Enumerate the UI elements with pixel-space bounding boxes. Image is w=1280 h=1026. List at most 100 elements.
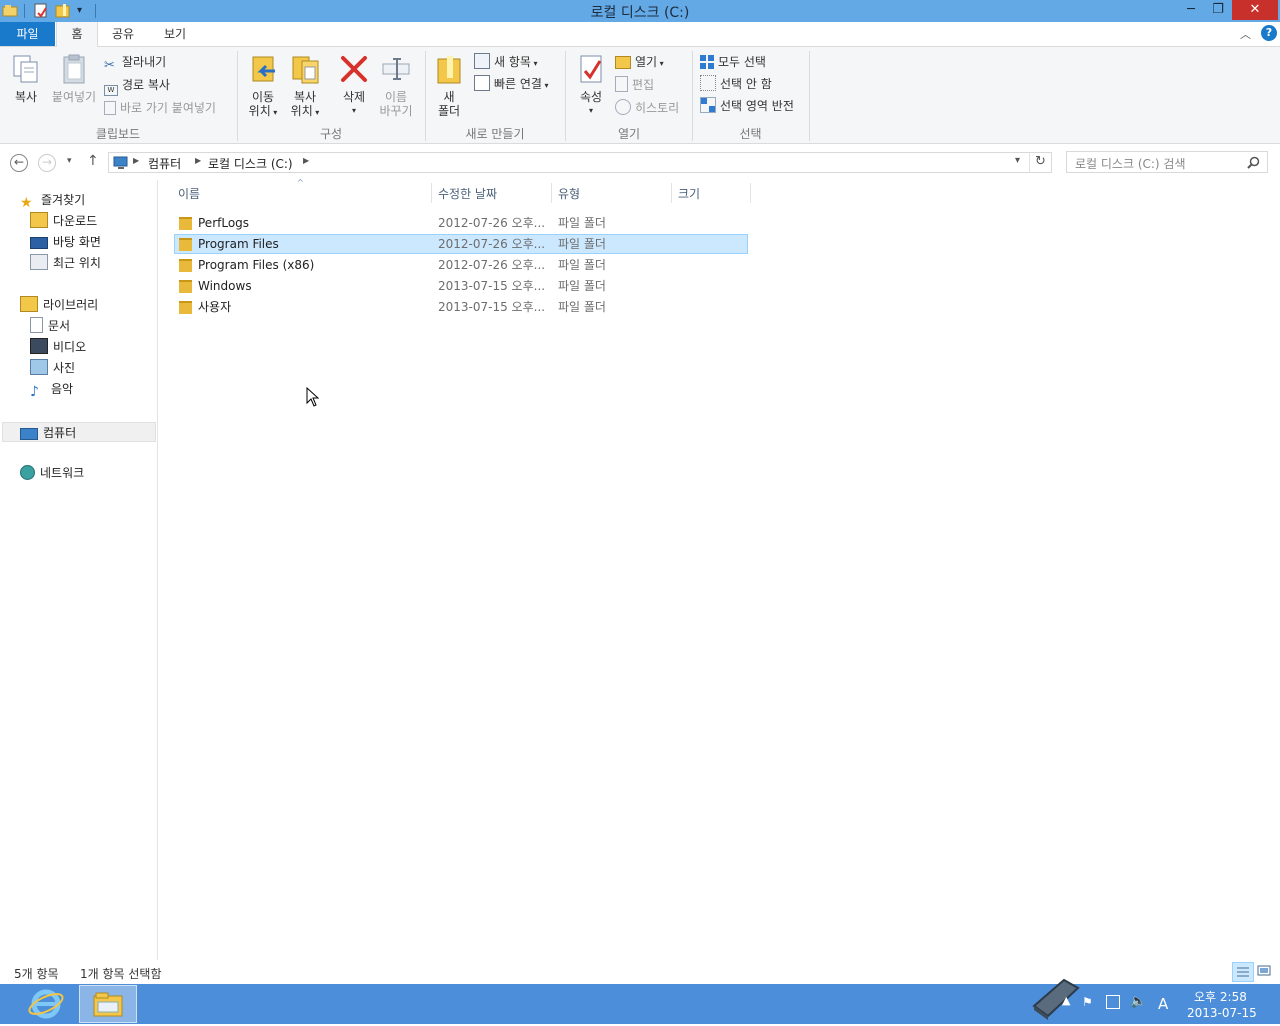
tab-view[interactable]: 보기	[158, 22, 192, 46]
cut-button[interactable]: ✂ 잘라내기	[104, 52, 167, 73]
minimize-ribbon-chevron-icon[interactable]: ︿	[1240, 26, 1251, 42]
nav-item-libraries[interactable]: 라이브러리	[20, 295, 98, 315]
open-button[interactable]: 열기 ▾	[615, 52, 664, 72]
edit-button[interactable]: 편집	[615, 75, 654, 95]
dropdown-arrow-icon: ▾	[541, 81, 549, 90]
file-row[interactable]: Windows 2013-07-15 오후... 파일 폴더	[174, 276, 748, 296]
column-separator[interactable]	[671, 183, 672, 203]
group-label-open: 열기	[617, 127, 641, 141]
network-status-icon[interactable]	[1106, 995, 1120, 1009]
file-row[interactable]: PerfLogs 2012-07-26 오후... 파일 폴더	[174, 213, 748, 233]
copy-button[interactable]: 복사	[8, 53, 44, 104]
file-row-selected[interactable]: Program Files 2012-07-26 오후... 파일 폴더	[174, 234, 748, 254]
volume-speaker-icon[interactable]: 🔈	[1130, 994, 1146, 1009]
delete-label: 삭제	[342, 90, 366, 104]
watermark-book-icon	[1032, 978, 1080, 1020]
copy-path-button[interactable]: W 경로 복사	[104, 75, 170, 96]
nav-item-music[interactable]: ♪ 음악	[30, 379, 73, 400]
computer-icon	[20, 428, 38, 440]
delete-button[interactable]: 삭제 ▾	[336, 53, 372, 118]
move-to-button[interactable]: 이동 위치 ▾	[244, 53, 282, 120]
nav-label: 비디오	[53, 340, 87, 354]
search-box[interactable]: 로컬 디스크 (C:) 검색	[1066, 151, 1268, 173]
breadcrumb-separator-icon[interactable]: ▶	[303, 156, 309, 165]
copy-to-button[interactable]: 복사 위치 ▾	[286, 53, 324, 120]
file-row[interactable]: 사용자 2013-07-15 오후... 파일 폴더	[174, 297, 748, 317]
address-history-chevron-icon[interactable]: ▾	[1015, 155, 1020, 166]
column-separator[interactable]	[431, 183, 432, 203]
select-none-button[interactable]: 선택 안 함	[700, 74, 772, 94]
search-icon[interactable]	[1247, 156, 1260, 169]
minimize-button[interactable]: ─	[1178, 0, 1204, 20]
easy-access-button[interactable]: 빠른 연결 ▾	[474, 74, 549, 94]
nav-item-documents[interactable]: 문서	[30, 316, 70, 336]
paste-button[interactable]: 붙여넣기	[48, 53, 100, 104]
select-all-label: 모두 선택	[718, 55, 766, 69]
column-header-type[interactable]: 유형	[558, 185, 580, 203]
details-view-button[interactable]	[1232, 962, 1254, 982]
column-header-date[interactable]: 수정한 날짜	[438, 185, 497, 203]
title-bar[interactable]: ▾ 로컬 디스크 (C:) ─ ❐ ✕	[0, 0, 1280, 22]
nav-item-network[interactable]: 네트워크	[20, 463, 84, 483]
easy-access-icon	[474, 75, 490, 91]
tray-date[interactable]: 2013-07-15	[1187, 1006, 1257, 1020]
pictures-icon	[30, 359, 48, 375]
nav-item-favorites[interactable]: ★ 즐겨찾기	[20, 190, 86, 211]
paste-shortcut-button[interactable]: 바로 가기 붙여넣기	[104, 98, 216, 118]
new-folder-button[interactable]: 새 폴더	[432, 53, 466, 118]
column-separator[interactable]	[750, 183, 751, 203]
select-all-button[interactable]: 모두 선택	[700, 52, 766, 72]
tab-file[interactable]: 파일	[0, 22, 55, 46]
nav-label: 즐겨찾기	[41, 193, 86, 207]
documents-icon	[30, 317, 43, 333]
forward-arrow-icon[interactable]: →	[38, 154, 56, 172]
details-view-icon	[1237, 967, 1249, 977]
nav-item-computer[interactable]: 컴퓨터	[2, 422, 156, 442]
input-method-indicator[interactable]: A	[1158, 995, 1168, 1013]
breadcrumb-computer[interactable]: 컴퓨터	[148, 155, 181, 172]
address-bar[interactable]: ▶ 컴퓨터 ▶ 로컬 디스크 (C:) ▶ ▾ ↻	[108, 152, 1052, 173]
new-item-button[interactable]: 새 항목 ▾	[474, 52, 538, 72]
breadcrumb-local-disk[interactable]: 로컬 디스크 (C:)	[208, 155, 293, 172]
history-button[interactable]: 히스토리	[615, 98, 679, 118]
tab-home[interactable]: 홈	[56, 22, 98, 47]
close-button[interactable]: ✕	[1232, 0, 1278, 20]
taskbar-internet-explorer[interactable]	[24, 985, 68, 1023]
nav-item-recent[interactable]: 최근 위치	[30, 253, 101, 273]
breadcrumb-separator-icon[interactable]: ▶	[195, 156, 201, 165]
recent-locations-chevron-icon[interactable]: ▾	[67, 156, 72, 166]
restore-button[interactable]: ❐	[1205, 0, 1231, 20]
column-separator[interactable]	[551, 183, 552, 203]
rename-button[interactable]: 이름 바꾸기	[374, 53, 418, 118]
rename-label-1: 이름	[384, 90, 408, 104]
column-header-name[interactable]: 이름	[178, 185, 200, 203]
nav-item-videos[interactable]: 비디오	[30, 337, 86, 357]
tray-time[interactable]: 오후 2:58	[1194, 988, 1247, 1005]
nav-item-downloads[interactable]: 다운로드	[30, 211, 97, 231]
large-icons-view-button[interactable]	[1256, 964, 1274, 980]
copy-label: 복사	[14, 90, 38, 104]
move-to-icon	[252, 56, 275, 82]
help-icon[interactable]: ?	[1261, 25, 1277, 41]
history-label: 히스토리	[635, 101, 680, 115]
file-date: 2012-07-26 오후...	[438, 258, 546, 272]
tab-share[interactable]: 공유	[106, 22, 140, 46]
invert-selection-button[interactable]: 선택 영역 반전	[700, 96, 794, 116]
taskbar-file-explorer[interactable]	[79, 985, 137, 1023]
properties-button[interactable]: 속성 ▾	[572, 53, 610, 118]
cut-label: 잘라내기	[122, 55, 167, 69]
nav-item-desktop[interactable]: 바탕 화면	[30, 232, 101, 252]
computer-icon	[113, 156, 128, 169]
refresh-icon[interactable]: ↻	[1035, 154, 1046, 169]
copy-path-label: 경로 복사	[122, 78, 170, 92]
file-row[interactable]: Program Files (x86) 2012-07-26 오후... 파일 폴더	[174, 255, 748, 275]
up-arrow-icon[interactable]: ↑	[87, 153, 99, 169]
column-header-size[interactable]: 크기	[678, 185, 700, 203]
breadcrumb-separator-icon[interactable]: ▶	[133, 156, 139, 165]
action-center-flag-icon[interactable]: ⚑	[1082, 995, 1096, 1009]
show-hidden-icons-chevron-icon[interactable]: ▲	[1062, 994, 1070, 1007]
properties-icon	[580, 55, 602, 83]
new-folder-label-1: 새	[443, 90, 455, 104]
nav-item-pictures[interactable]: 사진	[30, 358, 75, 378]
back-arrow-icon[interactable]: ←	[10, 154, 28, 172]
